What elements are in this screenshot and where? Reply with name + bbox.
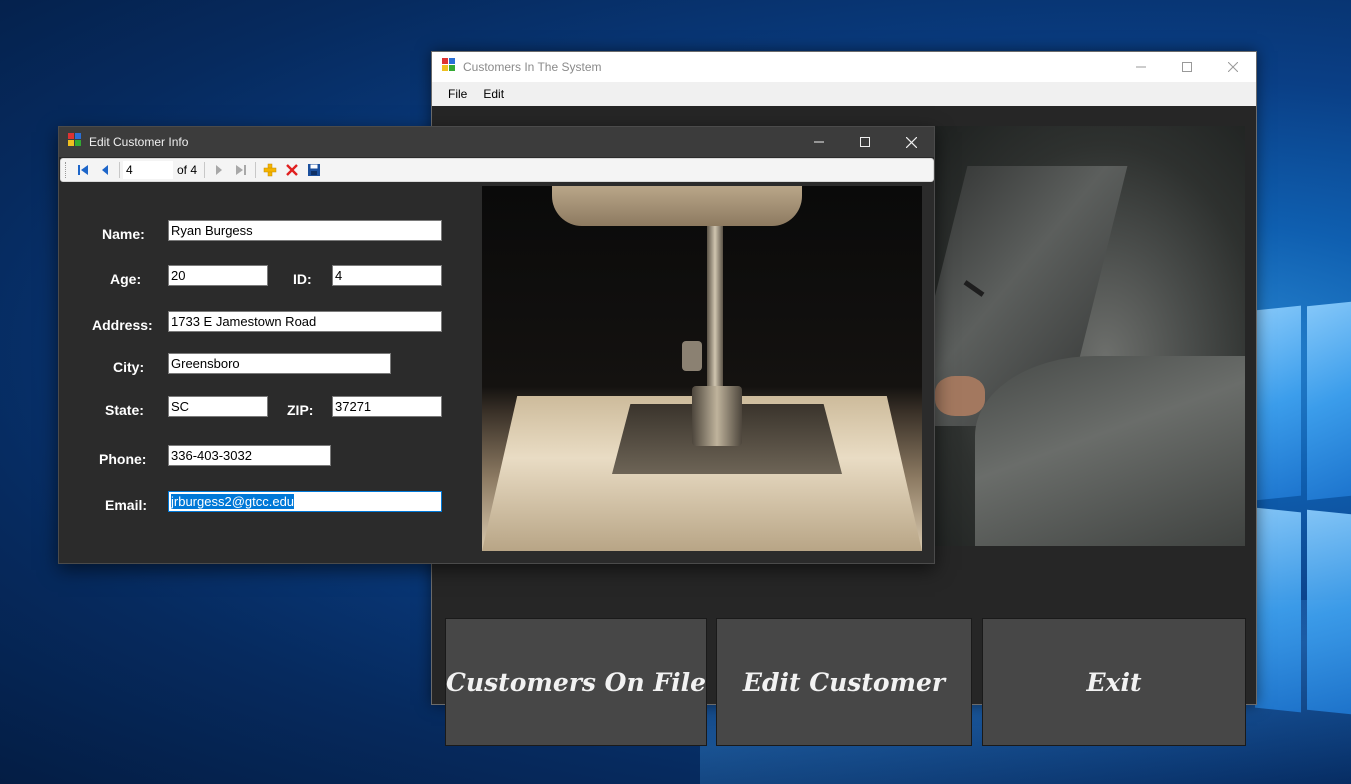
menu-edit[interactable]: Edit — [475, 87, 512, 101]
name-label: Name: — [102, 226, 145, 242]
move-previous-button[interactable] — [94, 160, 116, 180]
age-label: Age: — [110, 271, 142, 287]
toolbar-separator — [119, 162, 120, 178]
move-first-button[interactable] — [72, 160, 94, 180]
toolbar-separator — [204, 162, 206, 178]
email-field[interactable]: jrburgess2@gtcc.edu — [168, 491, 442, 512]
edit-minimize-button[interactable] — [796, 127, 842, 157]
save-icon — [308, 164, 321, 176]
menu-file[interactable]: File — [440, 87, 475, 101]
move-last-icon — [236, 165, 247, 175]
move-last-button[interactable] — [230, 160, 252, 180]
toolbar-separator — [255, 162, 257, 178]
minimize-icon — [1136, 66, 1146, 68]
suit-photo — [935, 126, 1245, 546]
state-field[interactable]: SC — [168, 396, 268, 417]
main-window-title: Customers In The System — [463, 60, 602, 74]
count-label: of 4 — [177, 163, 198, 177]
binding-navigator: of 4 — [60, 158, 934, 182]
edit-customer-button[interactable]: Edit Customer — [716, 618, 972, 746]
main-titlebar[interactable]: Customers In The System — [432, 52, 1256, 82]
delete-button[interactable] — [281, 160, 303, 180]
age-field[interactable]: 20 — [168, 265, 268, 286]
state-label: State: — [105, 402, 144, 418]
zip-label: ZIP: — [287, 402, 314, 418]
close-icon — [1228, 62, 1238, 72]
save-button[interactable] — [303, 160, 325, 180]
add-new-button[interactable] — [259, 160, 281, 180]
menu-bar: File Edit — [432, 82, 1256, 106]
email-label: Email: — [105, 497, 148, 513]
city-field[interactable]: Greensboro — [168, 353, 391, 374]
edit-customer-window: Edit Customer Info of 4 — [58, 126, 935, 564]
customer-form: Name: Ryan Burgess Age: 20 ID: 4 Address… — [59, 183, 934, 563]
close-icon — [905, 136, 917, 148]
phone-label: Phone: — [99, 451, 147, 467]
move-next-button[interactable] — [208, 160, 230, 180]
edit-window-title: Edit Customer Info — [89, 135, 189, 149]
minimize-icon — [814, 141, 824, 143]
name-field[interactable]: Ryan Burgess — [168, 220, 442, 241]
move-previous-icon — [102, 165, 108, 175]
zip-field[interactable]: 37271 — [332, 396, 442, 417]
email-selected-text: jrburgess2@gtcc.edu — [171, 494, 295, 509]
customers-on-file-button[interactable]: Customers On File — [445, 618, 707, 746]
windows-logo — [1255, 300, 1351, 784]
app-icon — [442, 57, 456, 77]
delete-icon — [286, 164, 298, 176]
address-label: Address: — [92, 317, 153, 333]
sewing-machine-photo — [482, 186, 922, 551]
maximize-icon — [1182, 62, 1192, 72]
maximize-icon — [860, 137, 870, 147]
id-label: ID: — [293, 271, 312, 287]
maximize-button[interactable] — [1164, 52, 1210, 82]
add-new-icon — [263, 163, 277, 177]
city-label: City: — [113, 359, 145, 375]
phone-field[interactable]: 336-403-3032 — [168, 445, 331, 466]
edit-close-button[interactable] — [888, 127, 934, 157]
edit-maximize-button[interactable] — [842, 127, 888, 157]
address-field[interactable]: 1733 E Jamestown Road — [168, 311, 442, 332]
move-first-icon — [78, 165, 88, 175]
close-button[interactable] — [1210, 52, 1256, 82]
id-field[interactable]: 4 — [332, 265, 442, 286]
minimize-button[interactable] — [1118, 52, 1164, 82]
toolbar-grip[interactable] — [65, 162, 68, 178]
app-icon — [68, 132, 82, 152]
move-next-icon — [216, 165, 223, 175]
edit-titlebar[interactable]: Edit Customer Info — [59, 127, 934, 157]
exit-button[interactable]: Exit — [982, 618, 1246, 746]
position-input[interactable] — [123, 161, 173, 179]
